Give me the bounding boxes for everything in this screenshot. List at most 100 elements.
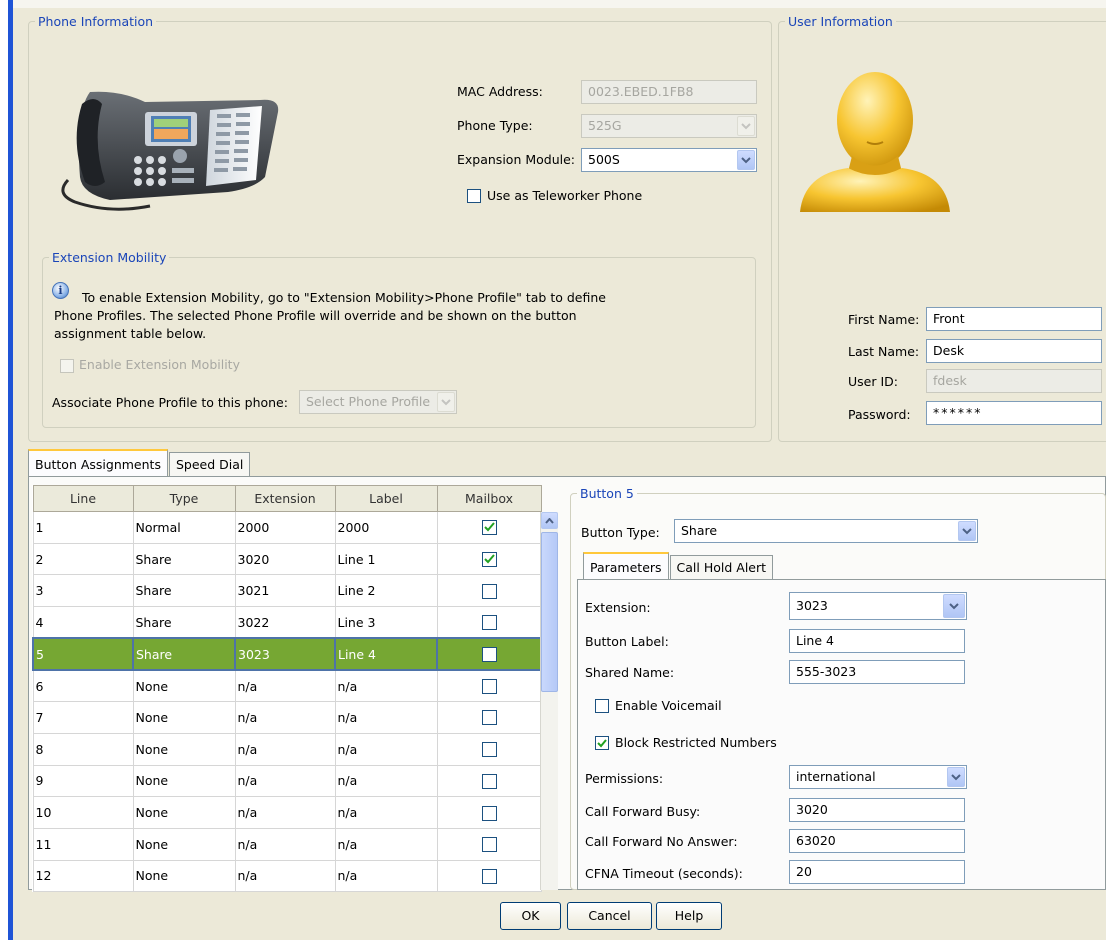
teleworker-checkbox[interactable]: [467, 189, 481, 203]
table-row[interactable]: 4 Share 3022 Line 3: [32, 606, 542, 639]
cell-type: Normal: [132, 511, 236, 544]
table-row[interactable]: 10 None n/a n/a: [32, 796, 542, 829]
cfna-timeout-label: CFNA Timeout (seconds):: [585, 866, 743, 881]
cell-type: None: [132, 701, 236, 734]
mailbox-checkbox[interactable]: [481, 679, 497, 695]
table-row[interactable]: 12 None n/a n/a: [32, 859, 542, 893]
mailbox-checkbox[interactable]: [481, 615, 497, 631]
table-header-row: Line Type Extension Label Mailbox: [32, 485, 542, 512]
mailbox-checkbox[interactable]: [481, 552, 497, 568]
table-row[interactable]: 8 None n/a n/a: [32, 732, 542, 766]
last-name-input[interactable]: Desk: [926, 339, 1102, 363]
button-type-select[interactable]: Share: [674, 519, 978, 543]
cell-type: Share: [132, 606, 236, 639]
scroll-up-icon[interactable]: [541, 512, 558, 529]
expansion-module-select[interactable]: 500S: [581, 148, 757, 172]
table-row[interactable]: 7 None n/a n/a: [32, 701, 542, 734]
expansion-module-label: Expansion Module:: [457, 152, 576, 167]
mailbox-checkbox[interactable]: [481, 647, 497, 663]
mailbox-checkbox[interactable]: [481, 773, 497, 789]
cell-mailbox: [436, 542, 542, 576]
chevron-down-icon: [737, 116, 755, 136]
mailbox-checkbox[interactable]: [481, 520, 497, 536]
cell-mailbox: [436, 511, 542, 544]
shared-name-input[interactable]: 555-3023: [789, 660, 965, 684]
tab-button-assignments[interactable]: Button Assignments: [28, 449, 168, 476]
mailbox-checkbox[interactable]: [481, 837, 497, 853]
extension-select[interactable]: 3023: [789, 592, 967, 620]
cell-line: 9: [32, 764, 134, 798]
check-icon: [483, 554, 495, 564]
cell-line: 1: [32, 511, 134, 544]
button-type-value: Share: [681, 523, 718, 538]
cell-mailbox: [436, 669, 542, 703]
cell-label: n/a: [334, 732, 438, 766]
table-row[interactable]: 9 None n/a n/a: [32, 764, 542, 798]
table-row[interactable]: 6 None n/a n/a: [32, 669, 542, 703]
chevron-down-icon[interactable]: [943, 594, 965, 618]
table-row[interactable]: 5 Share 3023 Line 4: [32, 637, 542, 671]
permissions-value: international: [796, 769, 876, 784]
mailbox-checkbox[interactable]: [481, 583, 497, 599]
cancel-button[interactable]: Cancel: [567, 902, 652, 930]
cell-ext: 3020: [234, 542, 336, 576]
table-row[interactable]: 3 Share 3021 Line 2: [32, 574, 542, 608]
cfna-timeout-input[interactable]: 20: [789, 860, 965, 884]
column-header-type[interactable]: Type: [132, 485, 236, 512]
table-scrollbar[interactable]: [540, 512, 558, 890]
cell-line: 6: [32, 669, 134, 703]
enable-voicemail-checkbox[interactable]: [595, 699, 609, 713]
user-id-label: User ID:: [848, 374, 898, 389]
ok-button[interactable]: OK: [500, 902, 561, 930]
call-forward-no-answer-input[interactable]: 63020: [789, 829, 965, 853]
cell-mailbox: [436, 574, 542, 608]
phone-type-select: 525G: [581, 114, 757, 138]
column-header-mailbox[interactable]: Mailbox: [436, 485, 542, 512]
chevron-down-icon: [437, 392, 455, 412]
cell-mailbox: [436, 637, 542, 671]
cell-ext: n/a: [234, 669, 336, 703]
check-icon: [483, 522, 495, 532]
associate-profile-label: Associate Phone Profile to this phone:: [52, 395, 288, 410]
extension-mobility-legend: Extension Mobility: [52, 250, 167, 265]
extension-label: Extension:: [585, 600, 651, 615]
chevron-down-icon[interactable]: [737, 150, 755, 170]
button-label-input[interactable]: Line 4: [789, 629, 965, 653]
phone-information-legend: Phone Information: [38, 14, 154, 29]
table-row[interactable]: 11 None n/a n/a: [32, 827, 542, 861]
enable-extension-mobility-checkbox[interactable]: [60, 359, 74, 373]
cell-label: Line 3: [334, 606, 438, 639]
cell-ext: 3021: [234, 574, 336, 608]
call-forward-busy-input[interactable]: 3020: [789, 798, 965, 822]
cell-type: None: [132, 764, 236, 798]
mac-address-label: MAC Address:: [457, 84, 543, 99]
permissions-select[interactable]: international: [789, 765, 967, 789]
help-button[interactable]: Help: [656, 902, 722, 930]
extension-mobility-info-line3: assignment table below.: [54, 326, 207, 341]
table-body: 1 Normal 2000 2000 2 Share 3020 Line 1 3 Share 302…: [32, 511, 542, 893]
column-header-line[interactable]: Line: [32, 485, 134, 512]
cell-ext: n/a: [234, 796, 336, 829]
mailbox-checkbox[interactable]: [481, 805, 497, 821]
column-header-label[interactable]: Label: [334, 485, 438, 512]
window-left-edge: [0, 0, 13, 940]
table-row[interactable]: 1 Normal 2000 2000: [32, 511, 542, 544]
tab-call-hold-alert[interactable]: Call Hold Alert: [669, 555, 774, 579]
tab-speed-dial[interactable]: Speed Dial: [168, 452, 251, 476]
last-name-label: Last Name:: [848, 344, 920, 359]
call-forward-no-answer-label: Call Forward No Answer:: [585, 834, 738, 849]
column-header-extension[interactable]: Extension: [234, 485, 336, 512]
password-input[interactable]: ******: [926, 401, 1102, 425]
table-row[interactable]: 2 Share 3020 Line 1: [32, 542, 542, 576]
cell-label: n/a: [334, 764, 438, 798]
mailbox-checkbox[interactable]: [481, 868, 497, 884]
button-assignments-table: Line Type Extension Label Mailbox 1 Norma…: [32, 485, 542, 893]
block-restricted-checkbox[interactable]: [595, 736, 609, 750]
first-name-input[interactable]: Front: [926, 307, 1102, 331]
chevron-down-icon[interactable]: [947, 767, 965, 787]
tab-parameters[interactable]: Parameters: [583, 552, 669, 579]
mailbox-checkbox[interactable]: [481, 742, 497, 758]
chevron-down-icon[interactable]: [958, 521, 976, 541]
scroll-thumb[interactable]: [541, 532, 558, 692]
mailbox-checkbox[interactable]: [481, 710, 497, 726]
